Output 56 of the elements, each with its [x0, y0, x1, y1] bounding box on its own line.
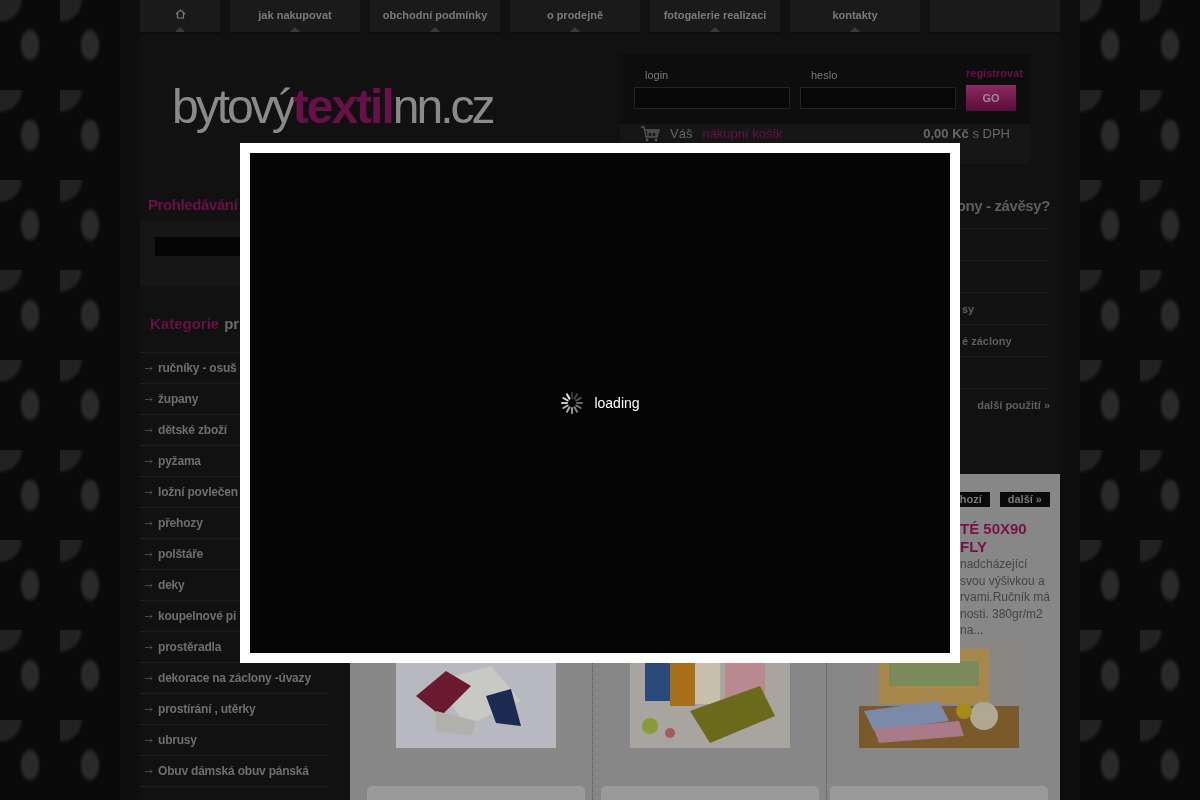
- site-logo[interactable]: bytovýtextilnn.cz: [172, 83, 493, 132]
- arrow-icon: [145, 582, 153, 588]
- home-link[interactable]: [140, 0, 220, 34]
- category-link[interactable]: deky: [158, 578, 185, 592]
- arrow-icon: [145, 644, 153, 650]
- category-link[interactable]: dekorace na záclony -úvazy: [158, 671, 311, 685]
- categories-heading: Kategorie: [150, 315, 220, 332]
- cart-label: Váš: [670, 126, 693, 142]
- go-button[interactable]: GO: [966, 85, 1016, 112]
- loading-text: loading: [594, 395, 640, 411]
- nav-link[interactable]: fotogalerie realizaci: [650, 0, 780, 34]
- field-label: heslo: [811, 69, 839, 82]
- use-link[interactable]: sy: [962, 302, 975, 315]
- cart-total: 0,00 Kč s DPH: [923, 126, 1010, 142]
- spinner-icon: [560, 391, 585, 415]
- category-link[interactable]: ubrusy: [158, 733, 197, 747]
- category-link[interactable]: prostírání , utěrky: [158, 702, 256, 716]
- field-label: login: [645, 69, 670, 82]
- categories-heading: pr: [224, 315, 240, 332]
- category-link[interactable]: ručníky - osuš: [158, 361, 237, 375]
- login-field[interactable]: [634, 87, 790, 110]
- arrow-icon: [145, 427, 153, 433]
- home-icon: [174, 9, 186, 19]
- product-description: nadcházející svou výšivkou a rvami.Ručník má nosti. 380gr/m2 na...: [960, 556, 1050, 639]
- nav-link[interactable]: kontakty: [790, 0, 920, 34]
- arrow-icon: [145, 551, 153, 557]
- arrow-icon: [145, 365, 153, 371]
- arrow-icon: [145, 737, 153, 743]
- arrow-icon: [145, 706, 153, 712]
- nav-link[interactable]: o prodejně: [510, 0, 640, 34]
- search-heading: Prohledávání: [147, 195, 239, 215]
- use-link[interactable]: é záclony: [962, 334, 1012, 347]
- arrow-icon: [145, 768, 153, 774]
- category-link[interactable]: župany: [158, 392, 199, 406]
- category-link[interactable]: pyžama: [158, 454, 201, 468]
- cart-icon: [640, 126, 660, 143]
- arrow-icon: [145, 613, 153, 619]
- category-link[interactable]: prostěradla: [158, 640, 222, 654]
- arrow-icon: [145, 458, 153, 464]
- category-link[interactable]: Obuv dámská obuv pánská: [158, 764, 309, 778]
- more-uses-link[interactable]: další použití »: [977, 399, 1050, 411]
- category-link[interactable]: přehozy: [158, 516, 203, 530]
- search-field[interactable]: [155, 237, 243, 256]
- pager-button[interactable]: další »: [999, 492, 1050, 507]
- category-link[interactable]: dětské zboží: [158, 423, 227, 437]
- arrow-icon: [145, 396, 153, 402]
- category-link[interactable]: ložní povlečen: [158, 485, 238, 499]
- arrow-icon: [145, 520, 153, 526]
- product-title[interactable]: TÉ 50X90 FLY: [960, 520, 1050, 556]
- nav-link[interactable]: obchodní podmínky: [370, 0, 500, 34]
- arrow-icon: [145, 675, 153, 681]
- nav-link[interactable]: jak nakupovat: [230, 0, 360, 34]
- password-field[interactable]: [800, 87, 956, 110]
- arrow-icon: [145, 489, 153, 495]
- category-link[interactable]: polštáře: [158, 547, 204, 561]
- category-link[interactable]: koupelnové pi: [158, 609, 237, 623]
